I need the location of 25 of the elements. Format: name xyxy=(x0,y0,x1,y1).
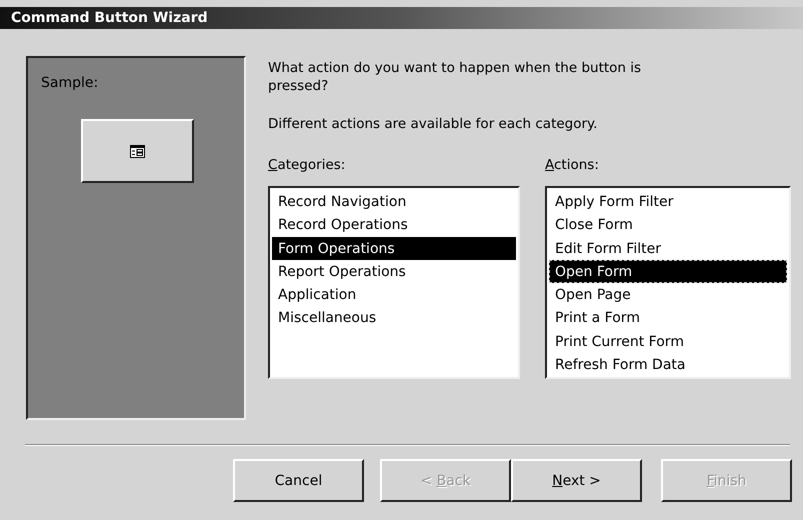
list-label: Actions: xyxy=(545,157,600,173)
window-title: Command Button Wizard xyxy=(11,10,208,26)
question-text: What action do you want to happen when the button is pressed? xyxy=(268,59,642,95)
list-box[interactable]: Record Navigation Record Operations Form Operations Report Operations Application Miscellaneous xyxy=(268,186,520,379)
list-item[interactable]: Close Form xyxy=(549,213,787,237)
list-item[interactable]: Record Operations xyxy=(272,213,516,237)
list-item[interactable]: Open Form xyxy=(549,260,787,284)
next-button[interactable]: Next > xyxy=(511,459,642,502)
list-item[interactable]: Application xyxy=(272,283,516,306)
list-item[interactable]: Print a Form xyxy=(549,306,787,330)
list-item[interactable]: Form Operations xyxy=(272,236,516,260)
hint-text: Different actions are available for each category. xyxy=(268,116,598,132)
list-item[interactable]: Apply Form Filter xyxy=(549,190,787,214)
list-item[interactable]: Record Navigation xyxy=(272,190,516,214)
cancel-button[interactable]: Cancel xyxy=(233,459,364,502)
sample-label: Sample: xyxy=(41,75,100,91)
list-item[interactable]: Print Current Form xyxy=(549,330,787,354)
list-item[interactable]: Edit Form Filter xyxy=(549,236,787,260)
list-item[interactable]: Report Operations xyxy=(272,260,516,284)
list-item[interactable]: Open Page xyxy=(549,283,787,306)
list-item[interactable]: Refresh Form Data xyxy=(549,353,787,376)
list-item[interactable]: Miscellaneous xyxy=(272,306,516,330)
list-label: Categories: xyxy=(268,157,346,173)
form-icon xyxy=(130,144,145,158)
list-box[interactable]: Apply Form Filter Close Form Edit Form Filter Open Form Open Page Print a Form Print Current Form Refresh Form Data xyxy=(545,186,791,379)
